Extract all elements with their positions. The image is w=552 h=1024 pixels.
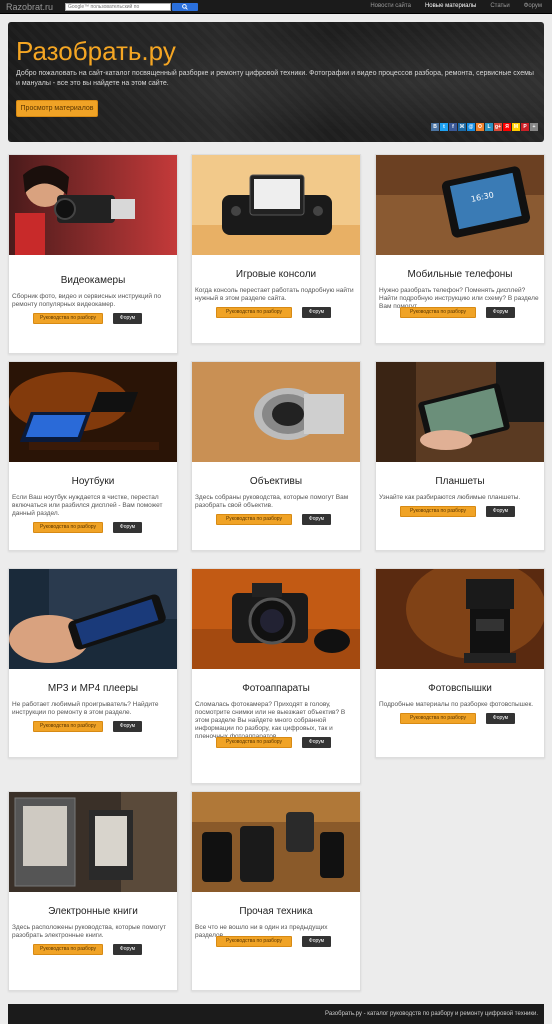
category-title[interactable]: Ноутбуки: [9, 476, 177, 487]
forum-button[interactable]: Форум: [113, 313, 142, 324]
guides-button[interactable]: Руководства по разбору: [216, 936, 292, 947]
category-image[interactable]: [9, 792, 177, 892]
category-card: Видеокамеры Сборник фото, видео и сервисн…: [8, 154, 178, 354]
twitter-icon[interactable]: t: [440, 123, 448, 131]
nav-link-articles[interactable]: Статьи: [490, 3, 509, 9]
nav-links: Новости сайта Новые материалы Статьи Фор…: [370, 3, 542, 9]
category-description: Подробные материалы по разборке фотовспы…: [379, 701, 534, 708]
footer: Разобрать.ру - каталог руководств по раз…: [8, 1004, 544, 1024]
hero-title: Разобрать.ру: [16, 36, 176, 66]
forum-button[interactable]: Форум: [486, 307, 515, 318]
category-title[interactable]: Планшеты: [376, 476, 544, 487]
forum-button[interactable]: Форум: [302, 307, 331, 318]
category-title[interactable]: MP3 и MP4 плееры: [9, 683, 177, 694]
forum-button[interactable]: Форум: [113, 522, 142, 533]
nav-link-new-materials[interactable]: Новые материалы: [425, 3, 476, 9]
category-image[interactable]: [376, 362, 544, 462]
forum-button[interactable]: Форум: [302, 737, 331, 748]
category-image[interactable]: [9, 362, 177, 462]
category-card: Планшеты Узнайте как разбираются любимые …: [375, 361, 545, 551]
category-image[interactable]: [9, 569, 177, 669]
category-title[interactable]: Мобильные телефоны: [376, 269, 544, 280]
category-title[interactable]: Игровые консоли: [192, 269, 360, 280]
forum-button[interactable]: Форум: [113, 944, 142, 955]
top-navbar: Razobrat.ru Новости сайта Новые материал…: [0, 0, 552, 14]
browse-materials-button[interactable]: Просмотр материалов: [16, 100, 98, 117]
mailru-icon[interactable]: @: [467, 123, 475, 131]
category-title[interactable]: Прочая техника: [192, 906, 360, 917]
forum-button[interactable]: Форум: [302, 514, 331, 525]
footer-text: Разобрать.ру - каталог руководств по раз…: [325, 1011, 538, 1017]
category-card: Ноутбуки Если Ваш ноутбук нуждается в чис…: [8, 361, 178, 551]
livejournal-icon[interactable]: Ж: [458, 123, 466, 131]
category-description: Узнайте как разбираются любимые планшеты…: [379, 494, 521, 501]
category-card: 16:30 Мобильные телефоны Нужно разобрать т…: [375, 154, 545, 344]
guides-button[interactable]: Руководства по разбору: [400, 506, 476, 517]
category-title[interactable]: Видеокамеры: [9, 275, 177, 286]
category-card: Фотоаппараты Сломалась фотокамера? Приход…: [191, 568, 361, 784]
category-description: Здесь расположены руководства, которые п…: [12, 924, 166, 939]
category-image[interactable]: [192, 155, 360, 255]
category-image[interactable]: [9, 155, 177, 255]
search-input[interactable]: [65, 3, 171, 11]
more-icon[interactable]: +: [530, 123, 538, 131]
search-button[interactable]: [172, 3, 198, 11]
liveinternet-icon[interactable]: L: [485, 123, 493, 131]
search-icon: [182, 4, 188, 10]
category-image[interactable]: [192, 569, 360, 669]
forum-button[interactable]: Форум: [302, 936, 331, 947]
category-title[interactable]: Фотоаппараты: [192, 683, 360, 694]
category-description: Здесь собраны руководства, которые помог…: [195, 494, 349, 509]
category-image[interactable]: [192, 362, 360, 462]
category-card: MP3 и MP4 плееры Не работает любимый прои…: [8, 568, 178, 758]
category-description: Сломалась фотокамера? Приходят в голову,…: [195, 701, 346, 740]
guides-button[interactable]: Руководства по разбору: [33, 313, 103, 324]
nav-link-forum[interactable]: Форум: [524, 3, 542, 9]
category-image[interactable]: [192, 792, 360, 892]
odnoklassniki-icon[interactable]: О: [476, 123, 484, 131]
hero-banner: Разобрать.ру Добро пожаловать на сайт-ка…: [8, 22, 544, 142]
category-card: Объективы Здесь собраны руководства, кото…: [191, 361, 361, 551]
category-description: Не работает любимый проигрыватель? Найди…: [12, 701, 159, 716]
guides-button[interactable]: Руководства по разбору: [216, 737, 292, 748]
moikrug-icon[interactable]: М: [512, 123, 520, 131]
guides-button[interactable]: Руководства по разбору: [216, 514, 292, 525]
guides-button[interactable]: Руководства по разбору: [400, 713, 476, 724]
site-brand[interactable]: Razobrat.ru: [6, 2, 53, 12]
category-title[interactable]: Электронные книги: [9, 906, 177, 917]
google-icon[interactable]: g+: [494, 123, 502, 131]
category-description: Сборник фото, видео и сервисных инструкц…: [12, 293, 161, 308]
category-title[interactable]: Объективы: [192, 476, 360, 487]
guides-button[interactable]: Руководства по разбору: [33, 721, 103, 732]
guides-button[interactable]: Руководства по разбору: [33, 522, 103, 533]
yandex-icon[interactable]: Я: [503, 123, 511, 131]
category-card: Электронные книги Здесь расположены руков…: [8, 791, 178, 991]
pinterest-icon[interactable]: P: [521, 123, 529, 131]
facebook-icon[interactable]: f: [449, 123, 457, 131]
category-title[interactable]: Фотовспышки: [376, 683, 544, 694]
category-image[interactable]: [376, 569, 544, 669]
guides-button[interactable]: Руководства по разбору: [33, 944, 103, 955]
category-card: Прочая техника Все что не вошло ни в один…: [191, 791, 361, 991]
forum-button[interactable]: Форум: [113, 721, 142, 732]
category-description: Если Ваш ноутбук нуждается в чистке, пер…: [12, 494, 163, 517]
nav-link-news[interactable]: Новости сайта: [370, 3, 411, 9]
category-card: Игровые консоли Когда консоль перестает р…: [191, 154, 361, 344]
category-description: Когда консоль перестает работать подробн…: [195, 287, 354, 302]
forum-button[interactable]: Форум: [486, 713, 515, 724]
vk-icon[interactable]: В: [431, 123, 439, 131]
guides-button[interactable]: Руководства по разбору: [216, 307, 292, 318]
category-image[interactable]: 16:30: [376, 155, 544, 255]
forum-button[interactable]: Форум: [486, 506, 515, 517]
share-buttons: Вt f Ж @ О Lg+ Я М P +: [431, 123, 538, 131]
guides-button[interactable]: Руководства по разбору: [400, 307, 476, 318]
hero-description: Добро пожаловать на сайт-каталог посвяще…: [16, 70, 534, 87]
category-card: Фотовспышки Подробные материалы по разбор…: [375, 568, 545, 758]
